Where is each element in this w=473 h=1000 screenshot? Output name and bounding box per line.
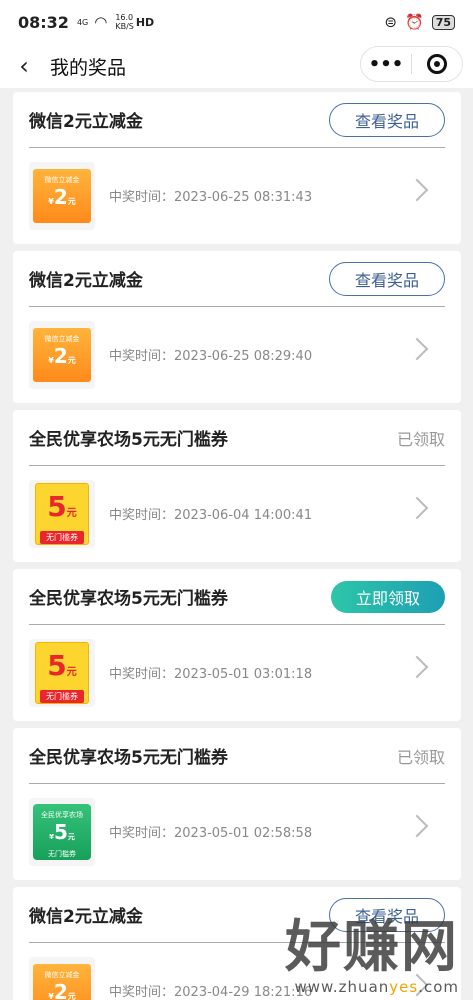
prize-card: 全民优享农场5元无门槛券 已领取 5元 无门槛券 中奖时间：2023-06-04… <box>13 410 461 562</box>
prize-title: 微信2元立减金 <box>29 907 143 927</box>
prize-list: 微信2元立减金 查看奖品 微信立减金 ¥2元 中奖时间：2023-06-25 0… <box>13 92 461 1000</box>
prize-thumbnail: 微信立减金 ¥2元 <box>29 956 95 1000</box>
status-bar: 08:32 4G ◠ 16.0 KB/S HD ⊜ ⏰ 75 <box>0 0 473 44</box>
prize-card-body[interactable]: 微信立减金 ¥2元 中奖时间：2023-06-25 08:31:43 <box>29 148 445 243</box>
farm-coupon-green-graphic: 全民优享农场 ¥5元 无门槛券 <box>33 803 91 860</box>
close-target-icon <box>427 54 447 74</box>
win-time: 中奖时间：2023-05-01 03:01:18 <box>109 667 313 682</box>
prize-card-header: 微信2元立减金 查看奖品 <box>29 92 445 148</box>
battery-icon: 75 <box>431 14 455 30</box>
prize-title: 全民优享农场5元无门槛券 <box>29 748 228 768</box>
close-button[interactable] <box>412 47 462 81</box>
win-time: 中奖时间：2023-04-29 18:21:16 <box>109 985 313 1000</box>
status-time: 08:32 <box>18 12 69 32</box>
prize-title: 微信2元立减金 <box>29 112 143 132</box>
win-time: 中奖时间：2023-05-01 02:58:58 <box>109 826 313 841</box>
farm-coupon-graphic: 5元 无门槛券 <box>35 482 89 545</box>
speed-indicator: 16.0 KB/S <box>115 13 134 31</box>
claim-now-button[interactable]: 立即领取 <box>331 580 445 613</box>
win-time: 中奖时间：2023-06-25 08:31:43 <box>109 190 313 205</box>
prize-thumbnail: 微信立减金 ¥2元 <box>29 161 95 230</box>
prize-card: 微信2元立减金 查看奖品 微信立减金 ¥2元 中奖时间：2023-04-29 1… <box>13 887 461 1000</box>
prize-card-header: 全民优享农场5元无门槛券 已领取 <box>29 410 445 466</box>
win-time: 中奖时间：2023-06-25 08:29:40 <box>109 349 313 364</box>
prize-card-body[interactable]: 微信立减金 ¥2元 中奖时间：2023-04-29 18:21:16 <box>29 943 445 1000</box>
prize-thumbnail: 全民优享农场 ¥5元 无门槛券 <box>29 797 95 866</box>
wifi-icon: ◠ <box>94 13 108 31</box>
chevron-right-icon[interactable] <box>405 178 429 202</box>
wechat-voucher-graphic: 微信立减金 ¥2元 <box>33 168 91 223</box>
prize-thumbnail: 微信立减金 ¥2元 <box>29 320 95 389</box>
prize-title: 全民优享农场5元无门槛券 <box>29 589 228 609</box>
prize-thumbnail: 5元 无门槛券 <box>29 638 95 707</box>
chevron-right-icon[interactable] <box>405 814 429 838</box>
farm-coupon-graphic: 5元 无门槛券 <box>35 641 89 704</box>
prize-card-body[interactable]: 微信立减金 ¥2元 中奖时间：2023-06-25 08:29:40 <box>29 307 445 402</box>
page-title: 我的奖品 <box>50 56 127 79</box>
chevron-right-icon[interactable] <box>405 337 429 361</box>
prize-card-header: 全民优享农场5元无门槛券 立即领取 <box>29 569 445 625</box>
prize-card: 微信2元立减金 查看奖品 微信立减金 ¥2元 中奖时间：2023-06-25 0… <box>13 251 461 403</box>
prize-thumbnail: 5元 无门槛券 <box>29 479 95 548</box>
hd-badge: HD <box>135 15 155 29</box>
back-icon[interactable]: ‹ <box>2 44 46 88</box>
prize-card-body[interactable]: 5元 无门槛券 中奖时间：2023-06-04 14:00:41 <box>29 466 445 561</box>
win-time: 中奖时间：2023-06-04 14:00:41 <box>109 508 313 523</box>
view-prize-button[interactable]: 查看奖品 <box>329 897 445 932</box>
prize-card-body[interactable]: 5元 无门槛券 中奖时间：2023-05-01 03:01:18 <box>29 625 445 720</box>
claimed-status: 已领取 <box>396 429 445 449</box>
view-prize-button[interactable]: 查看奖品 <box>329 102 445 137</box>
mini-program-capsule: ••• <box>360 46 463 82</box>
wechat-voucher-graphic: 微信立减金 ¥2元 <box>33 327 91 382</box>
prize-card-body[interactable]: 全民优享农场 ¥5元 无门槛券 中奖时间：2023-05-01 02:58:58 <box>29 784 445 879</box>
lock-icon: ⊜ <box>384 13 397 31</box>
prize-title: 全民优享农场5元无门槛券 <box>29 430 228 450</box>
more-button[interactable]: ••• <box>361 47 411 81</box>
claimed-status: 已领取 <box>396 747 445 767</box>
prize-card: 全民优享农场5元无门槛券 已领取 全民优享农场 ¥5元 无门槛券 中奖时间：20… <box>13 728 461 880</box>
alarm-icon: ⏰ <box>405 13 424 31</box>
chevron-right-icon[interactable] <box>405 973 429 997</box>
prize-title: 微信2元立减金 <box>29 271 143 291</box>
prize-card: 全民优享农场5元无门槛券 立即领取 5元 无门槛券 中奖时间：2023-05-0… <box>13 569 461 721</box>
chevron-right-icon[interactable] <box>405 496 429 520</box>
nav-bar: ‹ 我的奖品 ••• <box>0 44 473 88</box>
view-prize-button[interactable]: 查看奖品 <box>329 261 445 296</box>
prize-card-header: 微信2元立减金 查看奖品 <box>29 251 445 307</box>
prize-card-header: 全民优享农场5元无门槛券 已领取 <box>29 728 445 784</box>
wechat-voucher-graphic: 微信立减金 ¥2元 <box>33 963 91 1000</box>
network-indicator: 4G <box>76 17 89 27</box>
prize-card: 微信2元立减金 查看奖品 微信立减金 ¥2元 中奖时间：2023-06-25 0… <box>13 92 461 244</box>
chevron-right-icon[interactable] <box>405 655 429 679</box>
prize-card-header: 微信2元立减金 查看奖品 <box>29 887 445 943</box>
